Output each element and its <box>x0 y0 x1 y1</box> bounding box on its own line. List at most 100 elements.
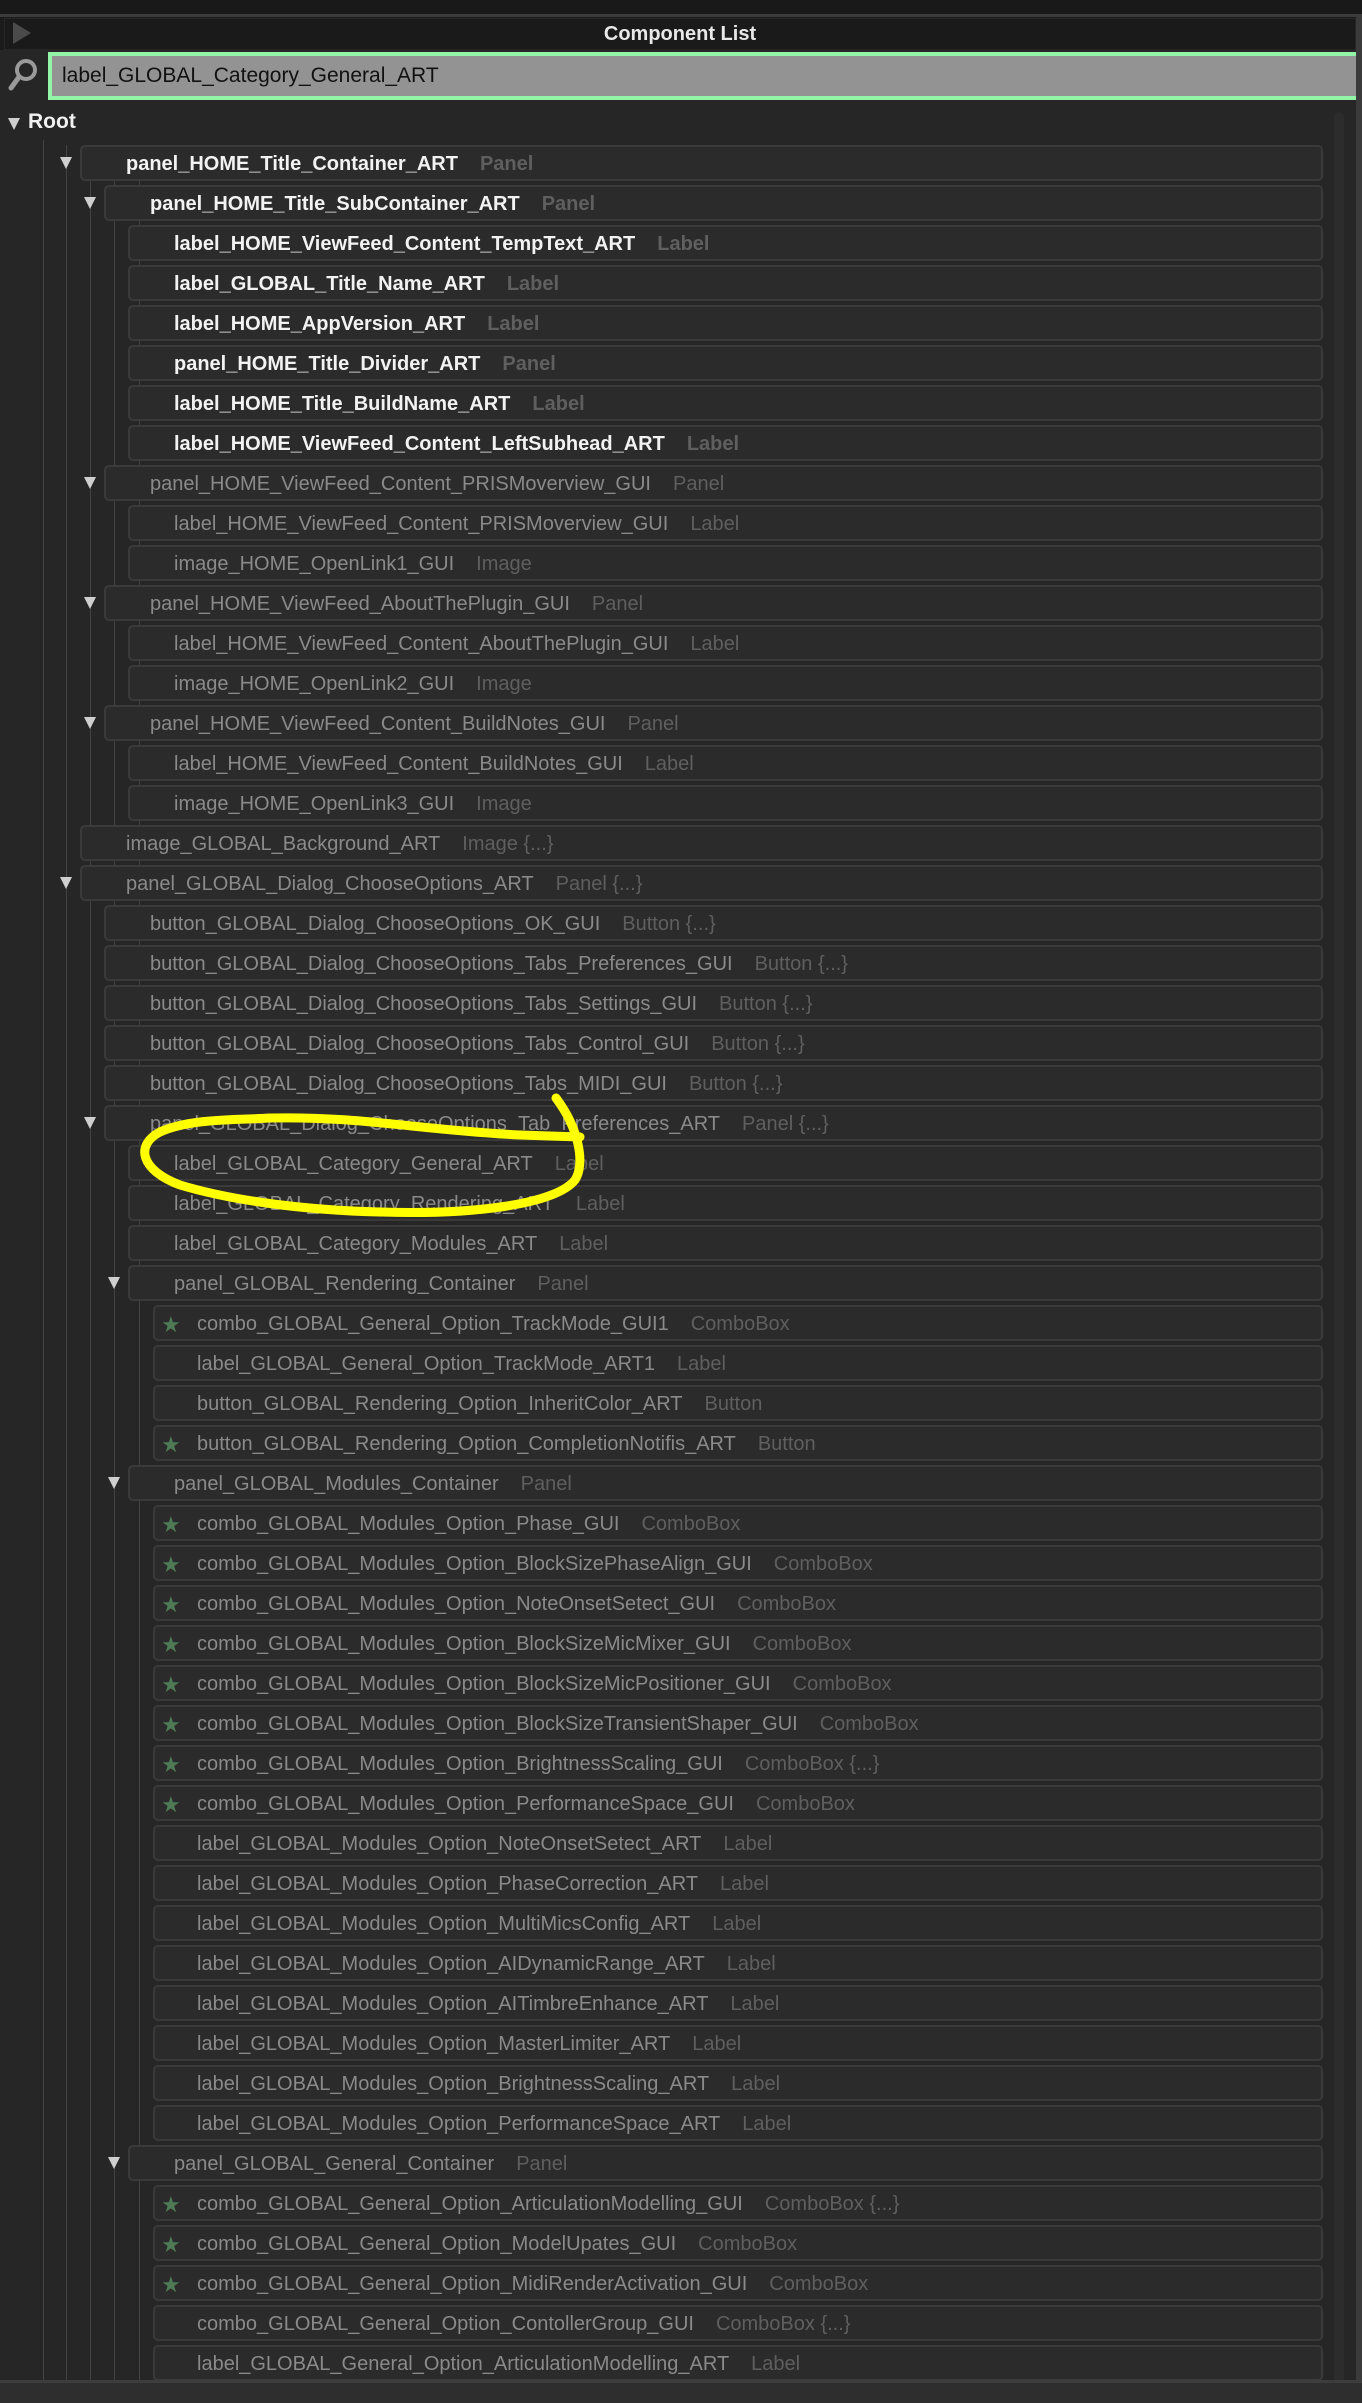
tree-row[interactable]: panel_GLOBAL_Dialog_ChooseOptions_ART Pan… <box>80 865 1323 901</box>
row-text: panel_HOME_ViewFeed_AboutThePlugin_GUI Pa… <box>150 593 643 616</box>
tree-root[interactable]: Root <box>28 110 76 134</box>
tree-row[interactable]: panel_HOME_Title_Container_ART Panel <box>80 145 1323 181</box>
component-type: Button {...} <box>754 953 848 975</box>
tree-row[interactable]: ★ combo_GLOBAL_Modules_Option_BlockSizeMi… <box>153 1625 1323 1661</box>
row-text: combo_GLOBAL_General_Option_MidiRenderAc… <box>197 2273 868 2296</box>
search-icon[interactable] <box>8 58 38 92</box>
tree-row[interactable]: panel_HOME_ViewFeed_Content_PRISMovervie… <box>104 465 1323 501</box>
expand-triangle-icon[interactable] <box>84 1117 96 1129</box>
tree-row[interactable]: label_HOME_ViewFeed_Content_TempText_ART… <box>128 225 1323 261</box>
tree-row[interactable]: panel_HOME_ViewFeed_Content_BuildNotes_G… <box>104 705 1323 741</box>
tree-row[interactable]: label_GLOBAL_Modules_Option_NoteOnsetSet… <box>153 1825 1323 1861</box>
tree-row[interactable]: ★ combo_GLOBAL_General_Option_TrackMode_G… <box>153 1305 1323 1341</box>
tree-row[interactable]: ★ combo_GLOBAL_Modules_Option_NoteOnsetSe… <box>153 1585 1323 1621</box>
tree-row[interactable]: label_HOME_ViewFeed_Content_LeftSubhead_… <box>128 425 1323 461</box>
expand-triangle-icon[interactable] <box>60 877 72 889</box>
component-type: Label <box>644 753 694 775</box>
component-type: Panel <box>516 2153 568 2175</box>
expand-triangle-icon[interactable] <box>84 197 96 209</box>
tree-row[interactable]: label_HOME_AppVersion_ART Label <box>128 305 1323 341</box>
tree-row[interactable]: button_GLOBAL_Dialog_ChooseOptions_OK_GU… <box>104 905 1323 941</box>
root-expand-icon[interactable] <box>8 118 20 130</box>
component-name: label_GLOBAL_Modules_Option_BrightnessSc… <box>197 2073 710 2095</box>
tree-row[interactable]: label_GLOBAL_Modules_Option_AITimbreEnha… <box>153 1985 1323 2021</box>
tree-row[interactable]: label_HOME_ViewFeed_Content_AboutThePlug… <box>128 625 1323 661</box>
component-type: Label <box>657 233 710 255</box>
row-text: button_GLOBAL_Dialog_ChooseOptions_Tabs_… <box>150 1033 805 1056</box>
component-name: button_GLOBAL_Dialog_ChooseOptions_Tabs_… <box>150 993 698 1015</box>
component-type: Label <box>730 1993 780 2015</box>
tree-row[interactable]: image_HOME_OpenLink3_GUI Image <box>128 785 1323 821</box>
tree-row[interactable]: label_GLOBAL_Title_Name_ART Label <box>128 265 1323 301</box>
tree-row[interactable]: image_HOME_OpenLink2_GUI Image <box>128 665 1323 701</box>
tree-row[interactable]: label_HOME_ViewFeed_Content_BuildNotes_G… <box>128 745 1323 781</box>
tree-row[interactable]: ★ combo_GLOBAL_Modules_Option_Phase_GUI Co… <box>153 1505 1323 1541</box>
component-type: ComboBox <box>773 1553 873 1575</box>
tree-row[interactable]: ★ combo_GLOBAL_Modules_Option_BrightnessS… <box>153 1745 1323 1781</box>
expand-triangle-icon[interactable] <box>84 597 96 609</box>
tree-row[interactable]: label_HOME_ViewFeed_Content_PRISMovervie… <box>128 505 1323 541</box>
tree-row[interactable]: label_GLOBAL_Modules_Option_PerformanceS… <box>153 2105 1323 2141</box>
tree-row[interactable]: image_GLOBAL_Background_ART Image {...} <box>80 825 1323 861</box>
component-type: Panel <box>502 353 556 375</box>
tree-row[interactable]: panel_HOME_Title_SubContainer_ART Panel <box>104 185 1323 221</box>
tree-row[interactable]: combo_GLOBAL_General_Option_ContollerGro… <box>153 2305 1323 2341</box>
component-name: label_GLOBAL_Category_General_ART <box>174 1153 533 1175</box>
row-text: label_GLOBAL_Modules_Option_PerformanceS… <box>197 2113 791 2136</box>
component-name: image_HOME_OpenLink1_GUI <box>174 553 455 575</box>
tree-row[interactable]: ★ combo_GLOBAL_General_Option_MidiRenderA… <box>153 2265 1323 2301</box>
tree-row[interactable]: ★ combo_GLOBAL_Modules_Option_Performance… <box>153 1785 1323 1821</box>
tree-row[interactable]: button_GLOBAL_Rendering_Option_InheritCo… <box>153 1385 1323 1421</box>
tree-row[interactable]: panel_GLOBAL_Modules_Container Panel <box>128 1465 1323 1501</box>
window-edge <box>1356 14 1362 2400</box>
tree-row[interactable]: label_GLOBAL_Category_Rendering_ART Label <box>128 1185 1323 1221</box>
tree-row[interactable]: button_GLOBAL_Dialog_ChooseOptions_Tabs_… <box>104 1065 1323 1101</box>
expand-triangle-icon[interactable] <box>60 157 72 169</box>
row-text: label_HOME_ViewFeed_Content_AboutThePlug… <box>174 633 739 656</box>
component-name: panel_GLOBAL_General_Container <box>174 2153 495 2175</box>
expand-triangle-icon[interactable] <box>84 477 96 489</box>
row-text: label_GLOBAL_Category_Modules_ART Label <box>174 1233 608 1256</box>
component-type: ComboBox <box>769 2273 869 2295</box>
component-type: Label <box>742 2113 792 2135</box>
tree-row[interactable]: label_HOME_Title_BuildName_ART Label <box>128 385 1323 421</box>
tree-row[interactable]: image_HOME_OpenLink1_GUI Image <box>128 545 1323 581</box>
row-text: combo_GLOBAL_General_Option_TrackMode_GU… <box>197 1313 790 1336</box>
tree-row[interactable]: label_GLOBAL_General_Option_Articulation… <box>153 2345 1323 2380</box>
expand-triangle-icon[interactable] <box>108 1277 120 1289</box>
expand-triangle-icon[interactable] <box>108 1477 120 1489</box>
component-name: image_HOME_OpenLink2_GUI <box>174 673 455 695</box>
scrollbar[interactable] <box>1334 112 1344 2380</box>
tree-row[interactable]: ★ combo_GLOBAL_General_Option_Articulatio… <box>153 2185 1323 2221</box>
tree-row[interactable]: button_GLOBAL_Dialog_ChooseOptions_Tabs_… <box>104 985 1323 1021</box>
expand-triangle-icon[interactable] <box>84 717 96 729</box>
tree-row[interactable]: button_GLOBAL_Dialog_ChooseOptions_Tabs_… <box>104 945 1323 981</box>
tree-row[interactable]: panel_HOME_ViewFeed_AboutThePlugin_GUI Pa… <box>104 585 1323 621</box>
tree-row[interactable]: label_GLOBAL_Modules_Option_BrightnessSc… <box>153 2065 1323 2101</box>
tree-row[interactable]: label_GLOBAL_Category_Modules_ART Label <box>128 1225 1323 1261</box>
component-type: Label <box>731 2073 781 2095</box>
tree-row[interactable]: label_GLOBAL_Modules_Option_MultiMicsCon… <box>153 1905 1323 1941</box>
component-type: Image <box>476 673 532 695</box>
tree-row[interactable]: label_GLOBAL_Modules_Option_PhaseCorrect… <box>153 1865 1323 1901</box>
component-type: Label <box>554 1153 604 1175</box>
tree-row[interactable]: ★ button_GLOBAL_Rendering_Option_Completi… <box>153 1425 1323 1461</box>
tree-row[interactable]: label_GLOBAL_Category_General_ART Label <box>128 1145 1323 1181</box>
tree-row[interactable]: panel_GLOBAL_Dialog_ChooseOptions_Tab_Pr… <box>104 1105 1323 1141</box>
tree-row[interactable]: panel_GLOBAL_General_Container Panel <box>128 2145 1323 2181</box>
tree-row[interactable]: panel_GLOBAL_Rendering_Container Panel <box>128 1265 1323 1301</box>
tree-row[interactable]: ★ combo_GLOBAL_Modules_Option_BlockSizeMi… <box>153 1665 1323 1701</box>
tree-row[interactable]: label_GLOBAL_General_Option_TrackMode_AR… <box>153 1345 1323 1381</box>
tree-row[interactable]: label_GLOBAL_Modules_Option_AIDynamicRan… <box>153 1945 1323 1981</box>
tree-row[interactable]: ★ combo_GLOBAL_Modules_Option_BlockSizeTr… <box>153 1705 1323 1741</box>
tree-row[interactable]: label_GLOBAL_Modules_Option_MasterLimite… <box>153 2025 1323 2061</box>
search-input[interactable]: label_GLOBAL_Category_General_ART <box>48 52 1362 100</box>
tree-row[interactable]: panel_HOME_Title_Divider_ART Panel <box>128 345 1323 381</box>
component-type: Label <box>575 1193 625 1215</box>
tree-row[interactable]: ★ combo_GLOBAL_General_Option_ModelUpates… <box>153 2225 1323 2261</box>
component-name: panel_GLOBAL_Rendering_Container <box>174 1273 516 1295</box>
component-name: panel_HOME_Title_Divider_ART <box>174 353 481 375</box>
tree-row[interactable]: button_GLOBAL_Dialog_ChooseOptions_Tabs_… <box>104 1025 1323 1061</box>
expand-triangle-icon[interactable] <box>108 2157 120 2169</box>
tree-row[interactable]: ★ combo_GLOBAL_Modules_Option_BlockSizePh… <box>153 1545 1323 1581</box>
